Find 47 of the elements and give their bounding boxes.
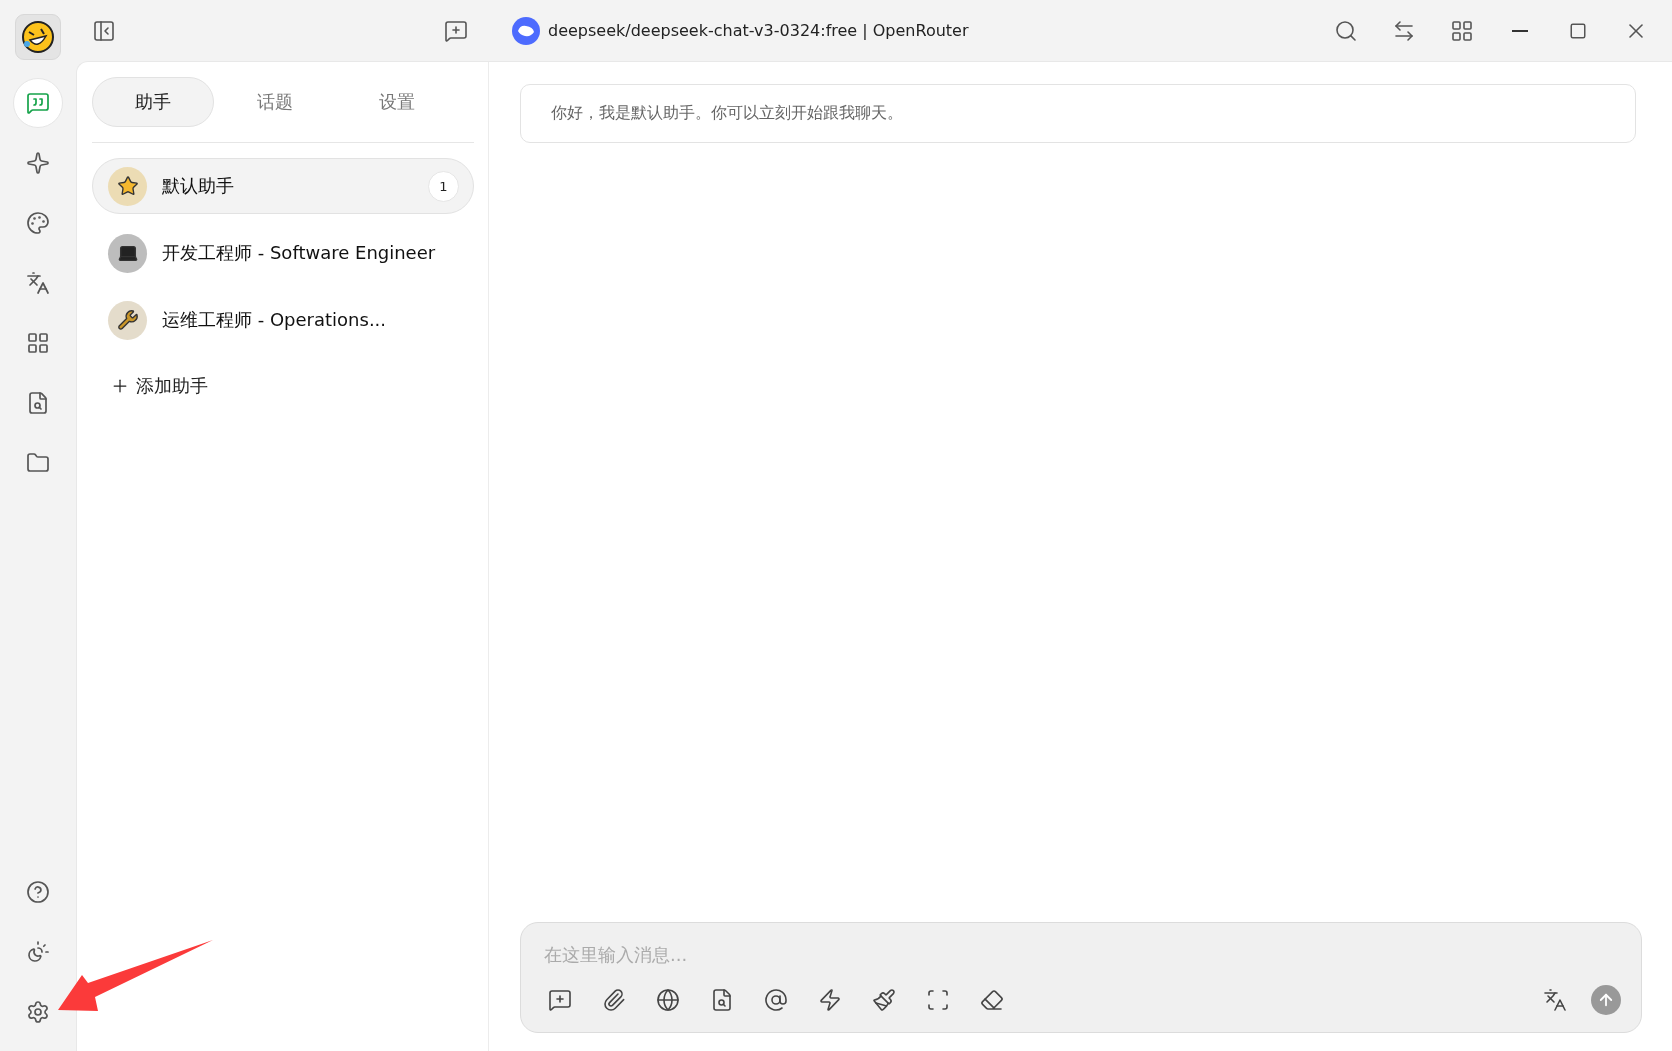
star-icon — [116, 175, 139, 197]
eraser-icon — [980, 988, 1004, 1012]
chat-bubble-icon — [26, 91, 50, 115]
window-title: deepseek/deepseek-chat-v3-0324:free | OpenRouter — [548, 21, 969, 40]
file-search-icon — [710, 988, 734, 1012]
expand-icon — [926, 988, 950, 1012]
brush-icon — [872, 988, 896, 1012]
palette-icon — [26, 211, 50, 235]
laughing-face-icon — [21, 20, 55, 54]
add-assistant-button[interactable]: 添加助手 — [92, 348, 208, 398]
sun-moon-icon — [26, 940, 50, 964]
assistant-name: 开发工程师 - Software Engineer — [162, 241, 437, 265]
folder-icon — [26, 451, 50, 475]
file-search-icon — [26, 391, 50, 415]
sparkle-icon — [26, 151, 50, 175]
search-icon — [1334, 18, 1358, 43]
welcome-message: 你好，我是默认助手。你可以立刻开始跟我聊天。 — [520, 84, 1636, 143]
minimize-icon — [1512, 29, 1528, 32]
at-sign-icon — [764, 988, 788, 1012]
assistant-item[interactable]: 运维工程师 - Operations... — [92, 292, 474, 348]
help-icon — [26, 880, 50, 904]
maximize-icon — [1569, 21, 1587, 40]
tools-icon — [116, 309, 139, 331]
settings-icon — [26, 1000, 50, 1024]
arrows-horizontal-icon — [1392, 18, 1416, 43]
assistant-name: 默认助手 — [162, 174, 235, 198]
assistant-item[interactable]: 默认助手 1 — [92, 158, 474, 214]
tab[interactable]: 设置 — [336, 77, 458, 127]
grid-icon — [26, 331, 50, 355]
translate-icon — [26, 271, 50, 295]
sidebar-nav-button[interactable] — [13, 78, 63, 128]
message-plus-icon — [548, 988, 572, 1012]
message-input[interactable]: 在这里输入消息... — [542, 943, 1621, 966]
app-logo[interactable] — [15, 14, 61, 60]
tab[interactable]: 话题 — [214, 77, 336, 127]
topic-count: 1 — [428, 170, 459, 202]
tab[interactable]: 助手 — [92, 77, 214, 127]
send-button[interactable] — [1591, 985, 1621, 1015]
grid-icon — [1450, 18, 1474, 43]
translate-icon — [1543, 988, 1567, 1012]
assistant-item[interactable]: 开发工程师 - Software Engineer — [92, 225, 474, 281]
lightning-icon — [818, 988, 842, 1012]
assistant-name: 运维工程师 - Operations... — [162, 308, 388, 332]
panel-collapse-icon — [92, 18, 116, 43]
globe-icon — [656, 988, 680, 1012]
message-plus-icon — [444, 18, 468, 43]
paperclip-icon — [602, 988, 626, 1012]
